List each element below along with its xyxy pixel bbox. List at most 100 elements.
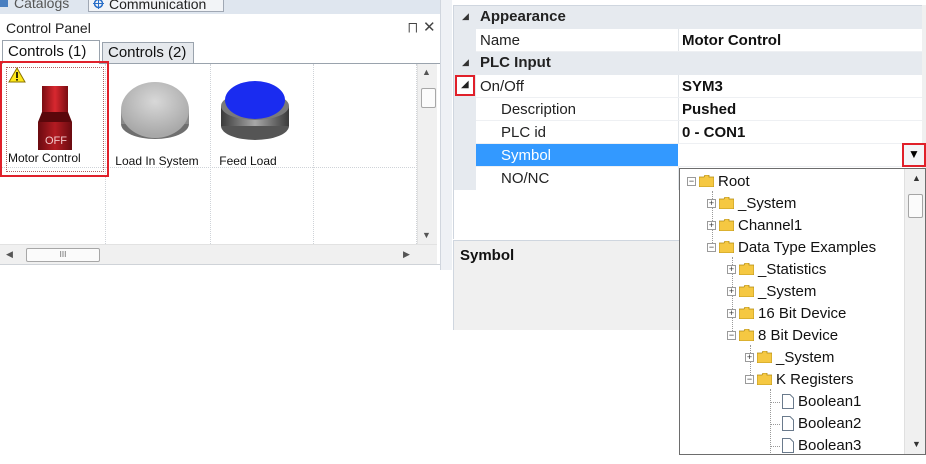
property-value[interactable]: Motor Control — [682, 32, 781, 49]
tree-node-label: K Registers — [776, 371, 854, 388]
column-divider — [678, 121, 679, 144]
tree-node-label: Channel1 — [738, 217, 803, 234]
tab-communication[interactable]: Communication — [88, 0, 224, 12]
property-name: NO/NC — [501, 170, 550, 187]
property-name: On/Off — [480, 78, 524, 95]
communication-icon — [93, 0, 104, 9]
expand-icon[interactable]: + — [707, 221, 716, 230]
pane-splitter[interactable] — [440, 0, 452, 270]
tab-catalogs[interactable]: Catalogs — [0, 0, 75, 12]
scroll-left-icon[interactable]: ◀ — [6, 249, 13, 260]
column-divider — [678, 75, 679, 98]
folder-icon — [739, 329, 754, 341]
feed-load-label: Feed Load — [219, 154, 277, 168]
tree-node-label: _System — [758, 283, 817, 300]
collapse-icon[interactable]: − — [727, 331, 736, 340]
top-tab-strip: Catalogs Communication — [0, 0, 440, 14]
property-row-plc-id[interactable]: PLC id 0 - CON1 — [454, 121, 926, 144]
catalogs-icon — [0, 0, 8, 7]
scroll-up-icon[interactable]: ▲ — [912, 173, 921, 183]
property-name: PLC id — [501, 124, 547, 141]
controls-horizontal-scrollbar[interactable]: ◀ III ▶ — [0, 244, 437, 264]
tree-node-label: Boolean1 — [798, 393, 862, 410]
tree-connector — [770, 424, 780, 425]
property-value[interactable]: Pushed — [682, 101, 736, 118]
collapse-icon[interactable]: ◢ — [462, 11, 469, 22]
property-value[interactable]: 0 - CON1 — [682, 124, 745, 141]
tree-node-label: _System — [738, 195, 797, 212]
symbol-tree-dropdown[interactable]: − Root + _System + Channel1 − Data Type … — [679, 168, 926, 455]
symbol-dropdown-button[interactable]: ▼ — [902, 143, 926, 167]
row-gutter — [454, 167, 476, 190]
property-row-on-off[interactable]: On/Off SYM3 — [454, 75, 926, 98]
folder-icon — [719, 197, 734, 209]
category-plc-input[interactable]: ◢ PLC Input — [454, 52, 926, 75]
grid-divider — [313, 64, 314, 244]
tab-catalogs-label: Catalogs — [14, 0, 70, 11]
folder-icon — [719, 219, 734, 231]
collapse-icon: ◢ — [461, 79, 469, 90]
category-appearance[interactable]: ◢ Appearance — [454, 6, 926, 29]
row-gutter — [454, 29, 476, 52]
tab-controls-2[interactable]: Controls (2) — [102, 42, 194, 63]
row-gutter — [454, 121, 476, 144]
chevron-down-icon: ▼ — [908, 147, 920, 161]
property-row-name[interactable]: Name Motor Control — [454, 29, 926, 52]
scroll-down-icon[interactable]: ▼ — [422, 230, 431, 240]
motor-control-label: Motor Control — [8, 151, 81, 165]
folder-icon — [757, 373, 772, 385]
property-name: Symbol — [501, 147, 552, 164]
control-panel-header: Control Panel ⨅ ✕ — [0, 18, 440, 40]
folder-icon — [739, 307, 754, 319]
expand-icon[interactable]: + — [727, 265, 736, 274]
switch-off-text: OFF — [45, 135, 67, 147]
panel-border — [0, 264, 440, 265]
scroll-thumb[interactable]: III — [26, 248, 100, 262]
expand-icon[interactable]: + — [727, 309, 736, 318]
on-off-expand-button[interactable]: ◢ — [455, 75, 475, 96]
tree-node-label: 16 Bit Device — [758, 305, 847, 322]
collapse-icon[interactable]: ◢ — [462, 57, 469, 68]
feed-load-button-icon[interactable] — [220, 80, 290, 142]
load-in-system-button-icon[interactable] — [120, 80, 190, 142]
collapse-icon[interactable]: − — [687, 177, 696, 186]
category-label: Appearance — [480, 8, 566, 25]
property-row-symbol[interactable]: Symbol — [454, 144, 926, 167]
tree-vertical-scrollbar[interactable]: ▲ ▼ — [904, 169, 925, 454]
column-divider — [678, 29, 679, 52]
expand-icon[interactable]: + — [707, 199, 716, 208]
scroll-up-icon[interactable]: ▲ — [422, 67, 431, 77]
scroll-right-icon[interactable]: ▶ — [403, 249, 410, 260]
tree-node-label: Data Type Examples — [738, 239, 877, 256]
expand-icon[interactable]: + — [727, 287, 736, 296]
control-panel-title: Control Panel — [6, 20, 91, 36]
load-in-system-label: Load In System — [115, 154, 199, 168]
tree-node-label: _Statistics — [758, 261, 827, 278]
pin-icon[interactable]: ⨅ — [408, 21, 418, 36]
document-icon — [782, 394, 794, 409]
tree-node-label: Boolean3 — [798, 437, 862, 454]
scroll-down-icon[interactable]: ▼ — [912, 439, 921, 449]
property-row-description[interactable]: Description Pushed — [454, 98, 926, 121]
blue-pushbutton-graphic — [221, 81, 289, 140]
warning-icon — [8, 67, 26, 83]
column-divider — [678, 98, 679, 121]
scroll-thumb[interactable] — [421, 88, 436, 108]
description-panel: Symbol — [453, 240, 683, 330]
property-name: Description — [501, 101, 577, 118]
tree-node-label: Boolean2 — [798, 415, 862, 432]
property-value[interactable]: SYM3 — [682, 78, 723, 95]
controls-vertical-scrollbar[interactable]: ▲ ▼ — [417, 64, 437, 244]
collapse-icon[interactable]: − — [707, 243, 716, 252]
folder-icon — [739, 285, 754, 297]
collapse-icon[interactable]: − — [745, 375, 754, 384]
close-icon[interactable]: ✕ — [423, 18, 436, 36]
toggle-switch-icon[interactable]: OFF — [38, 86, 72, 150]
folder-icon — [757, 351, 772, 363]
document-icon — [782, 438, 794, 453]
scroll-thumb[interactable] — [908, 194, 923, 218]
gray-pushbutton-graphic — [121, 82, 189, 139]
expand-icon[interactable]: + — [745, 353, 754, 362]
category-label: PLC Input — [480, 54, 551, 71]
description-title: Symbol — [460, 247, 515, 264]
